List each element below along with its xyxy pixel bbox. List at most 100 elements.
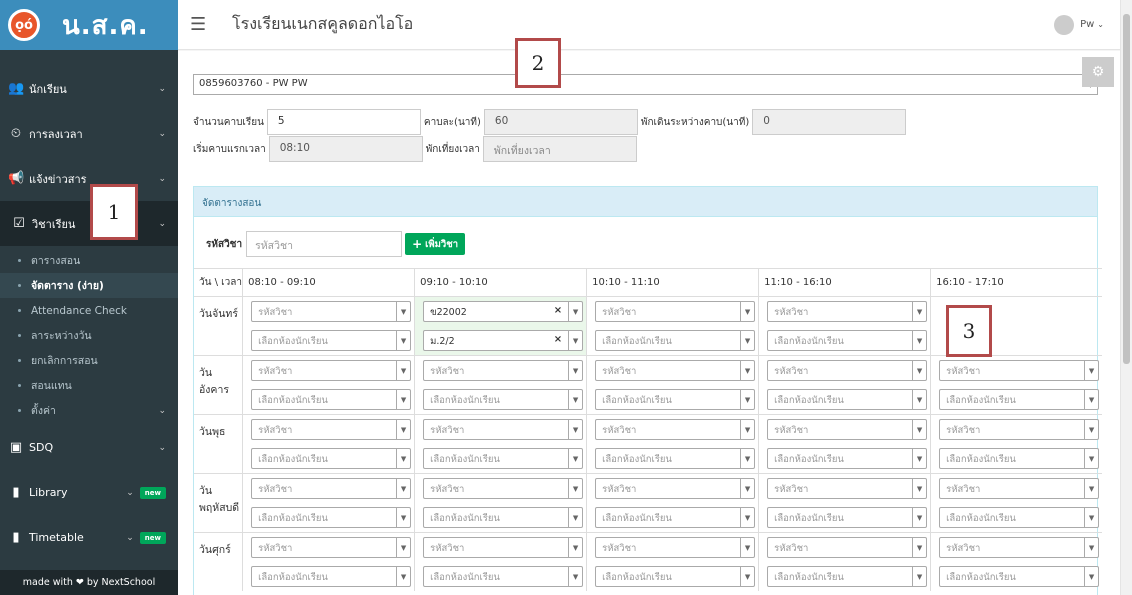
class-select[interactable]: เลือกห้องนักเรียน ▼ [767,507,928,528]
lunch-input[interactable]: พักเที่ยงเวลา [482,136,637,162]
day-label: วัน พฤหัสบดี [194,473,243,533]
sidebar-item-library[interactable]: ▮ Library ⌄ new [0,470,178,515]
submenu-item-substitute[interactable]: สอนแทน [0,373,178,398]
subject-select[interactable]: รหัสวิชา ▼ [939,360,1100,381]
clear-icon[interactable]: × [554,334,562,345]
sidebar-item-sdq[interactable]: ▣ SDQ ⌄ [0,425,178,470]
calendar-check-icon: ☑ [13,216,25,231]
class-select[interactable]: เลือกห้องนักเรียน ▼ [595,330,756,351]
class-select[interactable]: เลือกห้องนักเรียน ▼ [251,566,412,587]
class-select[interactable]: เลือกห้องนักเรียน ▼ [767,389,928,410]
class-select[interactable]: เลือกห้องนักเรียน ▼ [939,448,1100,469]
chevron-down-icon: ▼ [912,331,926,350]
class-select[interactable]: เลือกห้องนักเรียน ▼ [767,448,928,469]
submenu-item-easy-schedule[interactable]: จัดตาราง (ง่าย) [0,273,178,298]
submenu-item-attendance-check[interactable]: Attendance Check [0,298,178,323]
subject-select[interactable]: รหัสวิชา ▼ [767,478,928,499]
minutes-input[interactable]: 60 [483,109,638,135]
periods-input[interactable]: 5 [266,109,421,135]
chevron-down-icon: ▼ [740,449,754,468]
subject-select[interactable]: รหัสวิชา ▼ [595,301,756,322]
class-select-value: เลือกห้องนักเรียน [430,513,500,524]
class-select[interactable]: เลือกห้องนักเรียน ▼ [595,507,756,528]
teacher-select[interactable]: 0859603760 - PW PW ▼ [193,74,1098,95]
subject-select[interactable]: รหัสวิชา ▼ [595,478,756,499]
chevron-down-icon: ▼ [912,390,926,409]
subject-select[interactable]: รหัสวิชา ▼ [767,419,928,440]
class-select[interactable]: เลือกห้องนักเรียน ▼ [251,448,412,469]
sidebar-item-timetable[interactable]: ▮ Timetable ⌄ new [0,515,178,560]
class-select[interactable]: เลือกห้องนักเรียน ▼ [423,566,584,587]
subject-select[interactable]: รหัสวิชา ▼ [595,360,756,381]
class-select[interactable]: เลือกห้องนักเรียน ▼ [251,330,412,351]
subject-select[interactable]: รหัสวิชา ▼ [251,478,412,499]
subject-select[interactable]: รหัสวิชา ▼ [423,537,584,558]
subject-select[interactable]: รหัสวิชา ▼ [251,537,412,558]
schedule-cell: รหัสวิชา ▼ เลือกห้องนักเรียน ▼ [758,532,931,591]
class-select[interactable]: เลือกห้องนักเรียน ▼ [251,389,412,410]
subject-select[interactable]: ข22002 × ▼ [423,301,584,322]
break-input[interactable]: 0 [752,109,907,135]
class-select[interactable]: เลือกห้องนักเรียน ▼ [423,389,584,410]
chevron-down-icon: ▼ [396,479,410,498]
class-select-value: เลือกห้องนักเรียน [258,454,328,465]
class-select[interactable]: เลือกห้องนักเรียน ▼ [767,330,928,351]
submenu-item-settings[interactable]: ตั้งค่า ⌄ [0,398,178,423]
annotation-box-2: 2 [515,38,561,88]
class-select[interactable]: เลือกห้องนักเรียน ▼ [939,507,1100,528]
submenu-item-leave[interactable]: ลาระหว่างวัน [0,323,178,348]
class-select-value: เลือกห้องนักเรียน [430,572,500,583]
start-time-input[interactable]: 08:10 [268,136,423,162]
subject-select[interactable]: รหัสวิชา ▼ [767,301,928,322]
subject-select[interactable]: รหัสวิชา ▼ [595,419,756,440]
submenu-item-timetable-view[interactable]: ตารางสอน [0,248,178,273]
class-select[interactable]: เลือกห้องนักเรียน ▼ [595,389,756,410]
submenu-label: ยกเลิกการสอน [31,355,98,367]
class-select[interactable]: เลือกห้องนักเรียน ▼ [251,507,412,528]
scroll-thumb[interactable] [1123,14,1130,364]
subject-select[interactable]: รหัสวิชา ▼ [595,537,756,558]
clear-icon[interactable]: × [554,305,562,316]
class-select[interactable]: เลือกห้องนักเรียน ▼ [939,566,1100,587]
chevron-down-icon: ▼ [568,302,582,321]
sidebar-item-subjects[interactable]: ☑ วิชาเรียน ⌄ [0,201,182,246]
subject-select[interactable]: รหัสวิชา ▼ [423,360,584,381]
subject-select[interactable]: รหัสวิชา ▼ [251,419,412,440]
bullet-icon [18,334,21,337]
user-menu[interactable]: Pw ⌄ [1054,14,1104,35]
subject-select[interactable]: รหัสวิชา ▼ [767,360,928,381]
sdq-icon: ▣ [9,440,23,455]
add-subject-button[interactable]: + เพิ่มวิชา [405,233,466,255]
class-select[interactable]: เลือกห้องนักเรียน ▼ [595,448,756,469]
class-select-value: เลือกห้องนักเรียน [946,513,1016,524]
brand-bar[interactable]: ọó น.ส.ค. [0,0,178,50]
subject-select[interactable]: รหัสวิชา ▼ [251,360,412,381]
class-select[interactable]: เลือกห้องนักเรียน ▼ [423,448,584,469]
sidebar-item-news[interactable]: 📢 แจ้งข่าวสาร ⌄ [0,156,178,201]
subject-select[interactable]: รหัสวิชา ▼ [423,419,584,440]
schedule-cell: รหัสวิชา ▼ เลือกห้องนักเรียน ▼ [758,355,931,415]
submenu-item-cancel-class[interactable]: ยกเลิกการสอน [0,348,178,373]
class-select[interactable]: เลือกห้องนักเรียน ▼ [939,389,1100,410]
sidebar-item-students[interactable]: 👥 นักเรียน ⌄ [0,66,178,111]
subject-select[interactable]: รหัสวิชา ▼ [939,419,1100,440]
class-select[interactable]: เลือกห้องนักเรียน ▼ [595,566,756,587]
subject-code-input[interactable]: รหัสวิชา [246,231,403,257]
sidebar-item-attendance[interactable]: ⏲ การลงเวลา ⌄ [0,111,178,156]
class-select[interactable]: ม.2/2 × ▼ [423,330,584,351]
schedule-cell: รหัสวิชา ▼ เลือกห้องนักเรียน ▼ [414,414,587,474]
class-select[interactable]: เลือกห้องนักเรียน ▼ [423,507,584,528]
settings-gear-button[interactable]: ⚙ [1082,57,1114,87]
subject-select[interactable]: รหัสวิชา ▼ [251,301,412,322]
chevron-down-icon: ▼ [1084,420,1098,439]
page-scrollbar[interactable] [1120,0,1132,595]
class-select[interactable]: เลือกห้องนักเรียน ▼ [767,566,928,587]
subject-select[interactable]: รหัสวิชา ▼ [423,478,584,499]
subject-select[interactable]: รหัสวิชา ▼ [939,537,1100,558]
subject-select[interactable]: รหัสวิชา ▼ [767,537,928,558]
class-select-value: เลือกห้องนักเรียน [430,395,500,406]
bullet-icon [18,259,21,262]
hamburger-menu-icon[interactable]: ☰ [190,15,210,34]
chevron-down-icon: ⌄ [126,532,134,543]
subject-select[interactable]: รหัสวิชา ▼ [939,478,1100,499]
